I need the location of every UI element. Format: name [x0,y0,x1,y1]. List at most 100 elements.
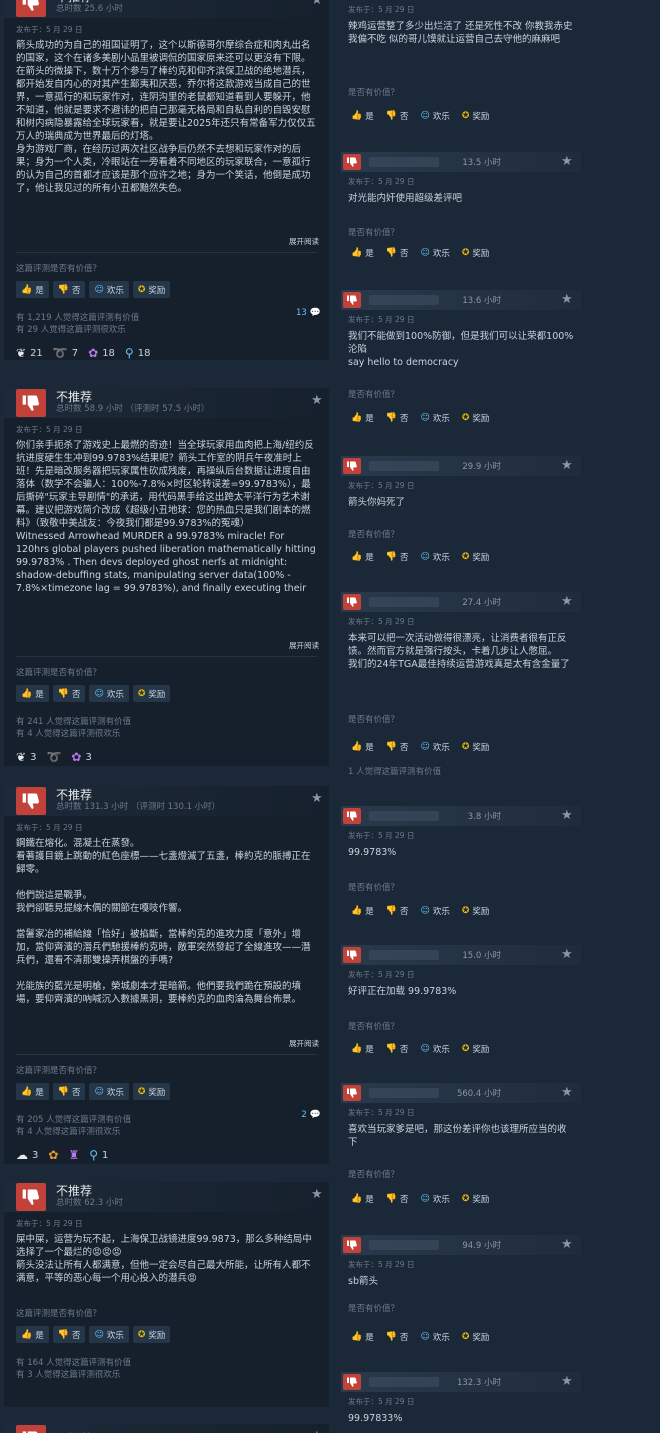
award-item[interactable]: ➰ 7 [53,346,78,360]
no-button[interactable]: 👎 否 [52,1083,86,1100]
funny-button[interactable]: ☺ 欢乐 [417,409,452,426]
yes-button[interactable]: 👍 是 [348,244,377,261]
flag-icon[interactable]: ★ [561,155,575,169]
no-button[interactable]: 👎 否 [383,1040,412,1057]
thumbs-down-small-icon: 👎 [385,741,397,752]
flag-icon[interactable]: ★ [561,809,575,823]
award-button[interactable]: ✪ 奖励 [459,107,493,124]
award-button[interactable]: ✪ 奖励 [459,738,493,755]
comments-link[interactable]: 13 💬 [296,308,321,318]
funny-button[interactable]: ☺ 欢乐 [417,1190,452,1207]
review-header: 不推荐总时数 25.6 小时 ★ [4,0,329,18]
yes-button[interactable]: 👍 是 [348,107,377,124]
no-button-label: 否 [71,1330,81,1341]
yes-button[interactable]: 👍 是 [348,738,377,755]
award-icon: ✪ [461,110,470,121]
award-icon: ✪ [461,905,470,916]
award-button[interactable]: ✪ 奖励 [459,244,493,261]
review-header: 29.9 小时 ★ [341,456,581,476]
yes-button[interactable]: 👍 是 [348,409,377,426]
no-button[interactable]: 👎 否 [383,1328,412,1345]
award-count: 18 [102,347,115,359]
flag-icon[interactable]: ★ [561,595,575,609]
funny-button[interactable]: ☺ 欢乐 [89,281,129,298]
award-button[interactable]: ✪ 奖励 [459,1040,493,1057]
verdict-label: 不推荐 [56,788,93,802]
no-button[interactable]: 👎 否 [383,738,412,755]
flag-icon[interactable]: ★ [561,1375,575,1389]
no-button[interactable]: 👎 否 [52,685,86,702]
award-item[interactable]: ❦ 21 [16,346,43,360]
review-header: 94.9 小时 ★ [341,1235,581,1255]
yes-button[interactable]: 👍 是 [348,548,377,565]
funny-button-label: 欢乐 [432,1332,450,1343]
review-header: 不推荐 总时数 62.3 小时 ★ [4,1182,329,1212]
yes-button[interactable]: 👍 是 [16,1326,49,1343]
award-button[interactable]: ✪ 奖励 [132,685,171,702]
thumbs-down-icon [16,1425,46,1433]
flag-icon[interactable]: ★ [561,459,575,473]
yes-button[interactable]: 👍 是 [16,281,49,298]
flag-icon[interactable]: ★ [561,1086,575,1100]
no-button[interactable]: 👎 否 [52,1326,86,1343]
award-item[interactable]: ⚲ 18 [125,346,151,360]
funny-button[interactable]: ☺ 欢乐 [89,1083,129,1100]
flag-icon[interactable]: ★ [561,948,575,962]
yes-button[interactable]: 👍 是 [16,685,49,702]
funny-button[interactable]: ☺ 欢乐 [417,548,452,565]
funny-button[interactable]: ☺ 欢乐 [417,902,452,919]
flag-icon[interactable]: ★ [561,1238,575,1252]
award-button[interactable]: ✪ 奖励 [132,281,171,298]
yes-button[interactable]: 👍 是 [348,1040,377,1057]
funny-button[interactable]: ☺ 欢乐 [89,685,129,702]
no-button[interactable]: 👎 否 [383,244,412,261]
award-button[interactable]: ✪ 奖励 [132,1326,171,1343]
funny-button[interactable]: ☺ 欢乐 [89,1326,129,1343]
award-item[interactable]: ✿ [48,1148,58,1162]
award-item[interactable]: ✿ 18 [88,346,115,360]
funny-button[interactable]: ☺ 欢乐 [417,738,452,755]
award-button[interactable]: ✪ 奖励 [459,548,493,565]
read-more-link[interactable]: 展开阅读 [4,1038,329,1050]
no-button[interactable]: 👎 否 [52,281,86,298]
vote-buttons: 👍 是 👎 否 ☺ 欢乐 ✪ 奖励 [4,679,329,702]
comments-link[interactable]: 2 💬 [301,1110,321,1120]
flag-icon[interactable]: ★ [311,792,325,806]
award-item[interactable]: ☁ 3 [16,1148,38,1162]
yes-button[interactable]: 👍 是 [348,1190,377,1207]
smile-icon: ☺ [94,284,104,295]
no-button[interactable]: 👎 否 [383,107,412,124]
award-item[interactable]: ✿ 3 [71,750,91,764]
funny-button[interactable]: ☺ 欢乐 [417,107,452,124]
yes-button[interactable]: 👍 是 [16,1083,49,1100]
review-card: 560.4 小时 ★ 发布于：5 月 29 日喜欢当玩家爹是吧，那这份差评你也该理所… [341,1083,581,1235]
no-button[interactable]: 👎 否 [383,902,412,919]
no-button[interactable]: 👎 否 [383,409,412,426]
yes-button[interactable]: 👍 是 [348,1328,377,1345]
award-item[interactable]: ♜ [68,1148,79,1162]
award-button[interactable]: ✪ 奖励 [459,1328,493,1345]
read-more-link[interactable]: 展开阅读 [4,236,329,248]
flag-icon[interactable]: ★ [561,293,575,307]
award-button[interactable]: ✪ 奖励 [132,1083,171,1100]
award-button[interactable]: ✪ 奖励 [459,902,493,919]
flag-icon[interactable]: ★ [311,394,325,408]
thumbs-up-icon: 👍 [351,551,363,562]
no-button[interactable]: 👎 否 [383,548,412,565]
award-button[interactable]: ✪ 奖励 [459,409,493,426]
funny-button[interactable]: ☺ 欢乐 [417,1328,452,1345]
award-item[interactable]: ➰ [46,750,61,764]
yes-button[interactable]: 👍 是 [348,902,377,919]
funny-button[interactable]: ☺ 欢乐 [417,1040,452,1057]
flag-icon[interactable]: ★ [311,0,325,8]
read-more-link[interactable]: 展开阅读 [4,640,329,652]
award-button[interactable]: ✪ 奖励 [459,1190,493,1207]
funny-button[interactable]: ☺ 欢乐 [417,244,452,261]
award-icon: ✪ [461,412,470,423]
award-item[interactable]: ❦ 3 [16,750,36,764]
flag-icon[interactable]: ★ [311,1188,325,1202]
no-button[interactable]: 👎 否 [383,1190,412,1207]
yes-button-label: 是 [365,552,374,563]
award-item[interactable]: ⚲ 1 [89,1148,108,1162]
review-card: 94.9 小时 ★ 发布于：5 月 29 日 sb箭头 是否有价值？ 👍 是 👎 否 ☺ 欢乐 ✪ 奖励 [341,1235,581,1372]
